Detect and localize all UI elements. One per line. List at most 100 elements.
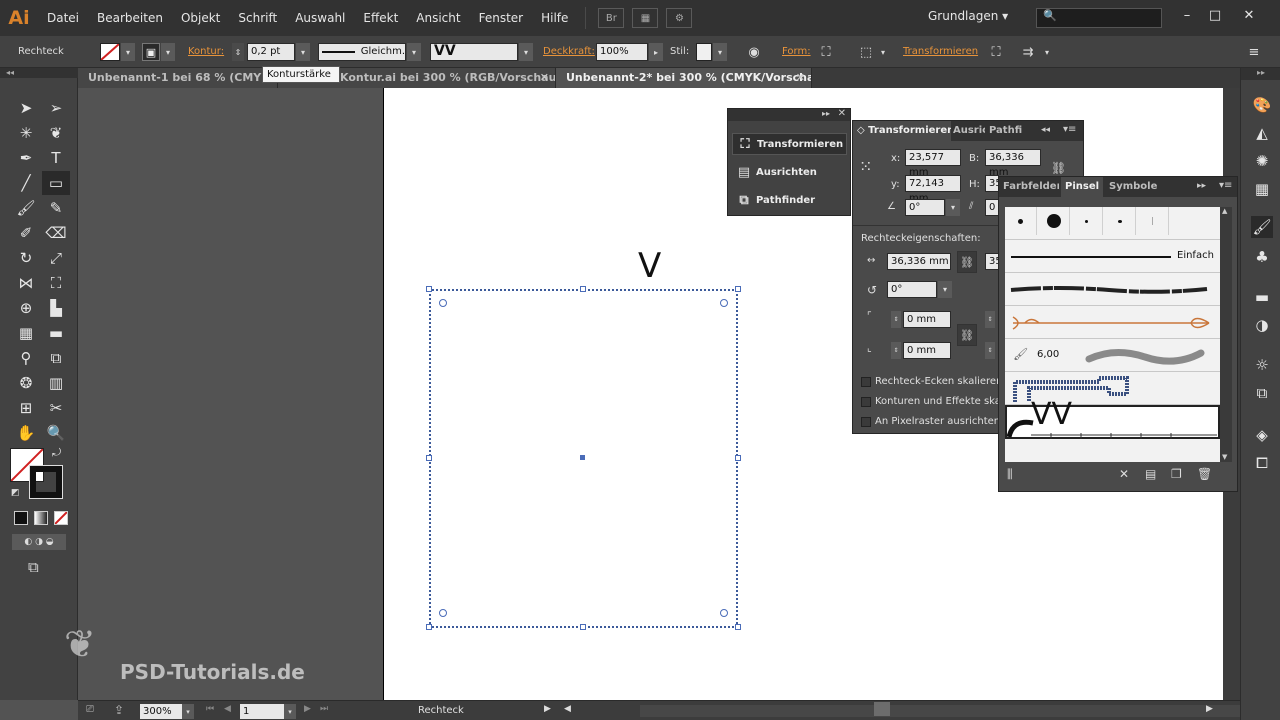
- gradient-mode-icon[interactable]: [34, 511, 48, 525]
- zoom-tool-icon[interactable]: 🔍: [42, 421, 70, 445]
- stroke-color-icon[interactable]: [29, 465, 63, 499]
- horizontal-scroll-thumb[interactable]: [874, 702, 890, 716]
- live-corner-widget[interactable]: [439, 299, 447, 307]
- live-corner-widget[interactable]: [439, 609, 447, 617]
- isolate-icon[interactable]: ⛶: [986, 43, 1006, 61]
- stroke-weight-dropdown[interactable]: ▾: [296, 43, 310, 61]
- tab-pathfinder[interactable]: Pathfi: [985, 121, 1023, 141]
- tab-unbenannt-1[interactable]: Unbenannt-1 bei 68 % (CMYK/Vorschau): [78, 68, 278, 88]
- y-field[interactable]: 72,143 mm: [905, 175, 961, 204]
- art-brush-charcoal-row[interactable]: [1005, 273, 1220, 306]
- brush-swatch[interactable]: [1071, 207, 1103, 235]
- layers-panel-icon[interactable]: ◈: [1251, 424, 1273, 446]
- width-field[interactable]: 36,336 mm: [985, 149, 1041, 178]
- tab-farbfelder[interactable]: Farbfelder: [999, 177, 1059, 197]
- menu-ansicht[interactable]: Ansicht: [407, 0, 469, 36]
- color-themes-icon[interactable]: ✺: [1251, 150, 1273, 172]
- height-field[interactable]: 35: [985, 175, 1002, 192]
- rotate-dropdown[interactable]: ▾: [946, 199, 960, 216]
- menu-hilfe[interactable]: Hilfe: [532, 0, 577, 36]
- magic-wand-tool-icon[interactable]: ✳: [12, 121, 40, 145]
- menu-effekt[interactable]: Effekt: [354, 0, 407, 36]
- constrain-proportions-icon[interactable]: ⛓: [1051, 161, 1066, 175]
- screen-mode-icon[interactable]: ⧉: [28, 558, 39, 576]
- gradient-tool-icon[interactable]: ▬: [42, 321, 70, 345]
- artboards-panel-icon[interactable]: ⧠: [1251, 452, 1273, 474]
- panel-header[interactable]: ▸▸ ✕: [728, 108, 850, 121]
- profile-dropdown[interactable]: ▾: [407, 43, 421, 61]
- live-corner-widget[interactable]: [720, 609, 728, 617]
- corner-3-field[interactable]: 0 mm: [903, 342, 951, 359]
- last-artboard-icon[interactable]: ⏭: [320, 704, 328, 714]
- rotate-field[interactable]: 0°: [905, 199, 945, 216]
- tab-symbole[interactable]: Symbole: [1105, 177, 1161, 197]
- share-icon[interactable]: ⇪: [114, 703, 124, 717]
- close-icon[interactable]: ✕: [540, 68, 549, 88]
- horizontal-scrollbar[interactable]: [640, 705, 1278, 717]
- corner-4-stepper[interactable]: ⇕: [985, 342, 995, 359]
- art-brush-arrow-row[interactable]: [1005, 306, 1220, 339]
- stroke-panel-icon[interactable]: ▬: [1251, 286, 1273, 308]
- transform-link[interactable]: Transformieren: [903, 46, 978, 57]
- zoom-field[interactable]: 300%: [140, 704, 182, 719]
- free-transform-tool-icon[interactable]: ⛶: [42, 271, 70, 295]
- none-mode-icon[interactable]: [54, 511, 68, 525]
- more-options-dropdown[interactable]: ▾: [1040, 43, 1054, 61]
- default-colors-icon[interactable]: ◩: [11, 488, 20, 498]
- handle-middle-left[interactable]: [426, 455, 432, 461]
- menu-fenster[interactable]: Fenster: [470, 0, 533, 36]
- close-icon[interactable]: ✕: [796, 68, 805, 88]
- opacity-field[interactable]: 100%: [596, 43, 648, 61]
- rect-rotation-dropdown[interactable]: ▾: [938, 281, 952, 298]
- column-graph-tool-icon[interactable]: ▥: [42, 371, 70, 395]
- artwork-v-glyph[interactable]: V: [638, 246, 661, 286]
- swatches-panel-icon[interactable]: ▦: [1251, 178, 1273, 200]
- brush-definition-field[interactable]: VV: [430, 43, 518, 61]
- drawing-modes-icon[interactable]: ◐ ◑ ◒: [12, 534, 66, 550]
- style-swatch[interactable]: [696, 43, 712, 61]
- collapse-panel-icon[interactable]: ◂◂: [1041, 125, 1050, 135]
- symbols-panel-icon[interactable]: ♣: [1251, 246, 1273, 268]
- color-guide-icon[interactable]: ◭: [1251, 122, 1273, 144]
- recolor-artwork-icon[interactable]: ◉: [744, 43, 764, 61]
- next-artboard-icon[interactable]: ▶: [304, 704, 311, 714]
- panel-menu-icon[interactable]: ▾≡: [1063, 124, 1076, 135]
- brush-swatch[interactable]: [1104, 207, 1136, 235]
- brush-definition-dropdown[interactable]: ▾: [519, 43, 533, 61]
- stroke-weight-field[interactable]: 0,2 pt: [247, 43, 295, 61]
- shape-builder-tool-icon[interactable]: ⊕: [12, 296, 40, 320]
- artboard-number-field[interactable]: 1: [240, 704, 284, 719]
- control-bar-menu-icon[interactable]: ≡: [1244, 43, 1264, 61]
- corner-type-icon[interactable]: ⌞: [867, 343, 872, 354]
- menu-schrift[interactable]: Schrift: [229, 0, 286, 36]
- link-dimensions-icon[interactable]: ⛓: [957, 251, 977, 273]
- expand-panel-icon[interactable]: ▸▸: [1197, 181, 1206, 191]
- bridge-button[interactable]: Br: [598, 8, 625, 28]
- rectangle-tool-icon[interactable]: ▭: [42, 171, 70, 195]
- handle-top-center[interactable]: [580, 286, 586, 292]
- menu-auswahl[interactable]: Auswahl: [286, 0, 354, 36]
- corner-3-stepper[interactable]: ⇕: [891, 342, 901, 359]
- menu-bearbeiten[interactable]: Bearbeiten: [88, 0, 172, 36]
- delete-brush-icon[interactable]: 🗑: [1197, 467, 1212, 481]
- x-field[interactable]: 23,577 mm: [905, 149, 961, 178]
- corner-1-stepper[interactable]: ⇕: [891, 311, 901, 328]
- link-corners-icon[interactable]: ⛓: [957, 324, 977, 346]
- artboard-tool-icon[interactable]: ⊞: [12, 396, 40, 420]
- style-dropdown[interactable]: ▾: [713, 43, 727, 61]
- blob-brush-tool-icon[interactable]: ✐: [12, 221, 40, 245]
- paintbrush-tool-icon[interactable]: 🖌: [12, 196, 40, 220]
- corner-type-icon[interactable]: ⌜: [867, 311, 872, 322]
- appearance-panel-icon[interactable]: ☼: [1251, 354, 1273, 376]
- stroke-weight-stepper[interactable]: ⇕: [232, 43, 244, 61]
- scroll-right-icon[interactable]: ▶: [1206, 704, 1213, 714]
- tab-unbenannt-2[interactable]: Unbenannt-2* bei 300 % (CMYK/Vorschau) ✕: [556, 68, 812, 88]
- panel-menu-icon[interactable]: ▾≡: [1219, 180, 1232, 191]
- stroke-dropdown[interactable]: ▾: [161, 43, 175, 61]
- brush-swatch[interactable]: [1038, 207, 1070, 235]
- hand-tool-icon[interactable]: ✋: [12, 421, 40, 445]
- pixel-grid-checkbox[interactable]: [861, 417, 871, 427]
- perspective-grid-tool-icon[interactable]: ▙: [42, 296, 70, 320]
- artboard-nav-icon[interactable]: ⎚: [86, 704, 94, 715]
- width-tool-icon[interactable]: ⋈: [12, 271, 40, 295]
